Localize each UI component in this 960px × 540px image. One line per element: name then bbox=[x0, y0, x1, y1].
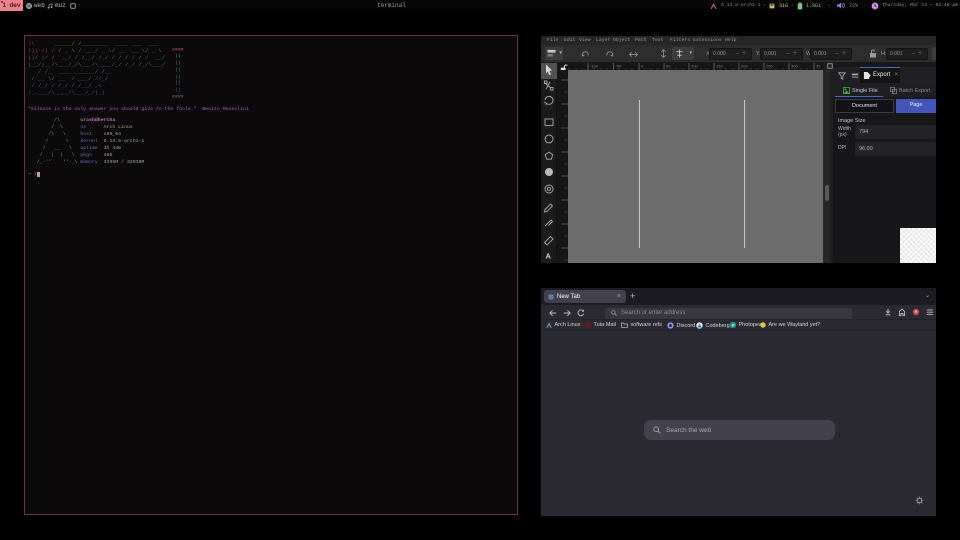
svg-text:200: 200 bbox=[741, 64, 748, 69]
svg-text:P: P bbox=[732, 323, 735, 328]
svg-text:-100: -100 bbox=[590, 64, 599, 69]
svg-text:A: A bbox=[546, 252, 552, 261]
svg-text:0: 0 bbox=[641, 64, 644, 69]
svg-text:300: 300 bbox=[791, 64, 798, 69]
svg-text:35: 35 bbox=[816, 64, 821, 69]
svg-text:150: 150 bbox=[716, 64, 723, 69]
svg-text:250: 250 bbox=[766, 64, 773, 69]
svg-text:-50: -50 bbox=[616, 64, 623, 69]
svg-text:100: 100 bbox=[691, 64, 698, 69]
svg-text:50: 50 bbox=[666, 64, 671, 69]
